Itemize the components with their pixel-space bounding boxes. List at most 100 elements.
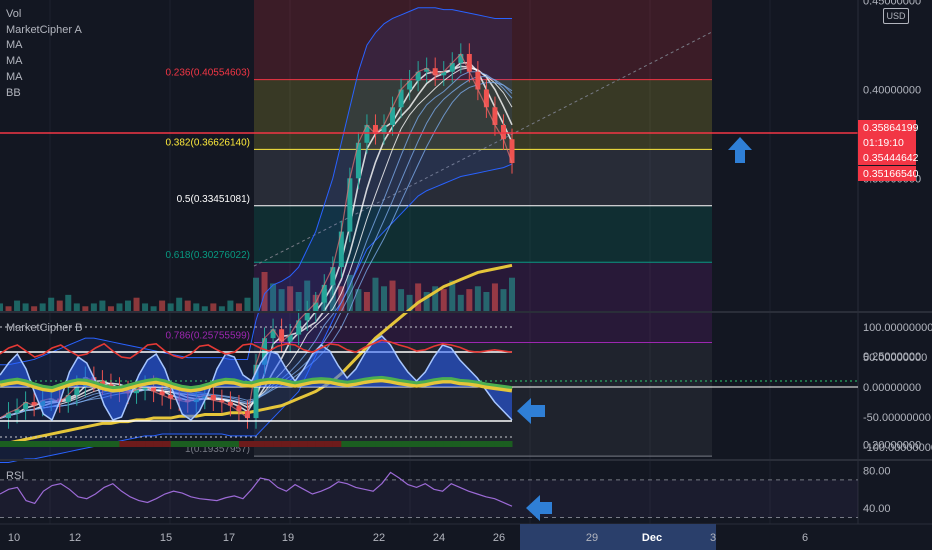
mcb-tick-label: 100.00000000 xyxy=(863,322,932,334)
mcb-status-bar xyxy=(435,441,445,447)
legend-item[interactable]: MA xyxy=(6,70,82,86)
volume-bar xyxy=(90,303,97,312)
legend-item[interactable]: Vol xyxy=(6,7,82,23)
mcb-status-bar xyxy=(42,441,52,447)
mcb-status-bar xyxy=(315,441,325,447)
price-tick-label: 0.40000000 xyxy=(863,85,921,97)
price-label-countdown: 01:19:10 xyxy=(863,137,904,149)
mcb-status-bar xyxy=(503,441,513,447)
currency-badge[interactable]: USD xyxy=(883,8,909,24)
mcb-tick-label: -100.00000000 xyxy=(863,442,932,454)
mcb-status-bar xyxy=(34,441,44,447)
legend-item[interactable]: MarketCipher A xyxy=(6,23,82,39)
volume-bar xyxy=(244,297,251,312)
mcb-status-bar xyxy=(426,441,436,447)
volume-bar xyxy=(184,300,191,312)
volume-bar xyxy=(73,303,80,312)
volume-bar xyxy=(227,300,234,312)
mcb-status-bar xyxy=(494,441,504,447)
mcb-status-bar xyxy=(256,441,266,447)
mcb-status-bar xyxy=(409,441,419,447)
mcb-status-bar xyxy=(247,441,257,447)
rsi-tick-label: 40.00 xyxy=(863,503,891,515)
volume-bar xyxy=(210,303,217,312)
mcb-status-bar xyxy=(358,441,368,447)
mcb-status-bar xyxy=(102,441,112,447)
mcb-status-bar xyxy=(392,441,402,447)
mcb-status-bar xyxy=(179,441,189,447)
volume-bar xyxy=(500,289,507,312)
mcb-status-bar xyxy=(76,441,86,447)
mcb-status-bar xyxy=(51,441,61,447)
legend-item[interactable]: MA xyxy=(6,54,82,70)
mcb-status-bar xyxy=(59,441,69,447)
volume-bar xyxy=(466,289,473,312)
time-tick-label: 10 xyxy=(8,532,20,544)
mcb-status-bar xyxy=(375,441,385,447)
volume-bar xyxy=(457,294,464,312)
volume-bar xyxy=(474,286,481,312)
mcb-status-bar xyxy=(418,441,428,447)
mcb-status-bar xyxy=(324,441,334,447)
volume-bar xyxy=(372,277,379,312)
time-tick-label: 29 xyxy=(586,532,598,544)
volume-bar xyxy=(491,283,498,312)
mcb-status-bar xyxy=(452,441,462,447)
mcb-status-bar xyxy=(136,441,146,447)
mcb-status-bar xyxy=(281,441,291,447)
mcb-status-bar xyxy=(486,441,496,447)
mcb-status-bar xyxy=(273,441,283,447)
volume-bar xyxy=(0,303,3,312)
volume-bar xyxy=(65,294,72,312)
mcb-status-bar xyxy=(25,441,35,447)
volume-bar xyxy=(56,300,63,312)
time-tick-label: 6 xyxy=(802,532,808,544)
rsi-tick-label: 80.00 xyxy=(863,466,891,478)
time-tick-label: Dec xyxy=(642,532,662,544)
mcb-tick-label: -50.00000000 xyxy=(863,412,931,424)
mcb-status-bar xyxy=(290,441,300,447)
mcb-status-bar xyxy=(153,441,163,447)
volume-bar xyxy=(253,277,259,312)
volume-bar xyxy=(363,292,370,312)
mcb-status-bar xyxy=(384,441,394,447)
fib-level-label: 0.236(0.40554603) xyxy=(165,68,250,79)
time-tick-label: 17 xyxy=(223,532,235,544)
volume-bar xyxy=(415,283,422,312)
volume-bar xyxy=(99,300,106,312)
volume-bar xyxy=(142,303,149,312)
time-tick-label: 26 xyxy=(493,532,505,544)
mcb-status-bar xyxy=(307,441,317,447)
mcb-status-bar xyxy=(85,441,95,447)
legend-item[interactable]: BB xyxy=(6,86,82,102)
fib-level-label: 0.786(0.25755599) xyxy=(165,330,250,341)
mcb-status-bar xyxy=(187,441,197,447)
mcb-status-bar xyxy=(332,441,342,447)
fib-level-label: 0.382(0.36626140) xyxy=(165,137,250,148)
volume-bar xyxy=(193,303,200,312)
time-tick-label: 22 xyxy=(373,532,385,544)
time-axis-bg xyxy=(0,524,932,550)
mcb-status-bar xyxy=(349,441,359,447)
trading-chart[interactable]: 0(0.46904721)0.236(0.40554603)0.382(0.36… xyxy=(0,0,932,550)
volume-bar xyxy=(235,303,242,312)
mcb-status-bar xyxy=(93,441,103,447)
legend-item[interactable]: MA xyxy=(6,38,82,54)
mcb-status-bar xyxy=(119,441,129,447)
time-tick-label: 12 xyxy=(69,532,81,544)
volume-bar xyxy=(133,297,140,312)
mcb-tick-label: 0.00000000 xyxy=(863,382,921,394)
volume-bar xyxy=(167,303,174,312)
volume-bar xyxy=(509,277,515,312)
fib-level-label: 0.618(0.30276022) xyxy=(165,250,250,261)
mcb-status-bar xyxy=(8,441,18,447)
volume-bar xyxy=(48,297,55,312)
volume-bar xyxy=(125,300,131,312)
mcb-status-bar xyxy=(401,441,411,447)
mcb-status-bar xyxy=(0,441,10,447)
mcb-status-bar xyxy=(17,441,27,447)
volume-bar xyxy=(39,303,46,312)
indicator-legend: Vol MarketCipher A MA MA MA BB xyxy=(6,7,82,101)
time-tick-label: 19 xyxy=(282,532,294,544)
mcb-status-bar xyxy=(460,441,470,447)
